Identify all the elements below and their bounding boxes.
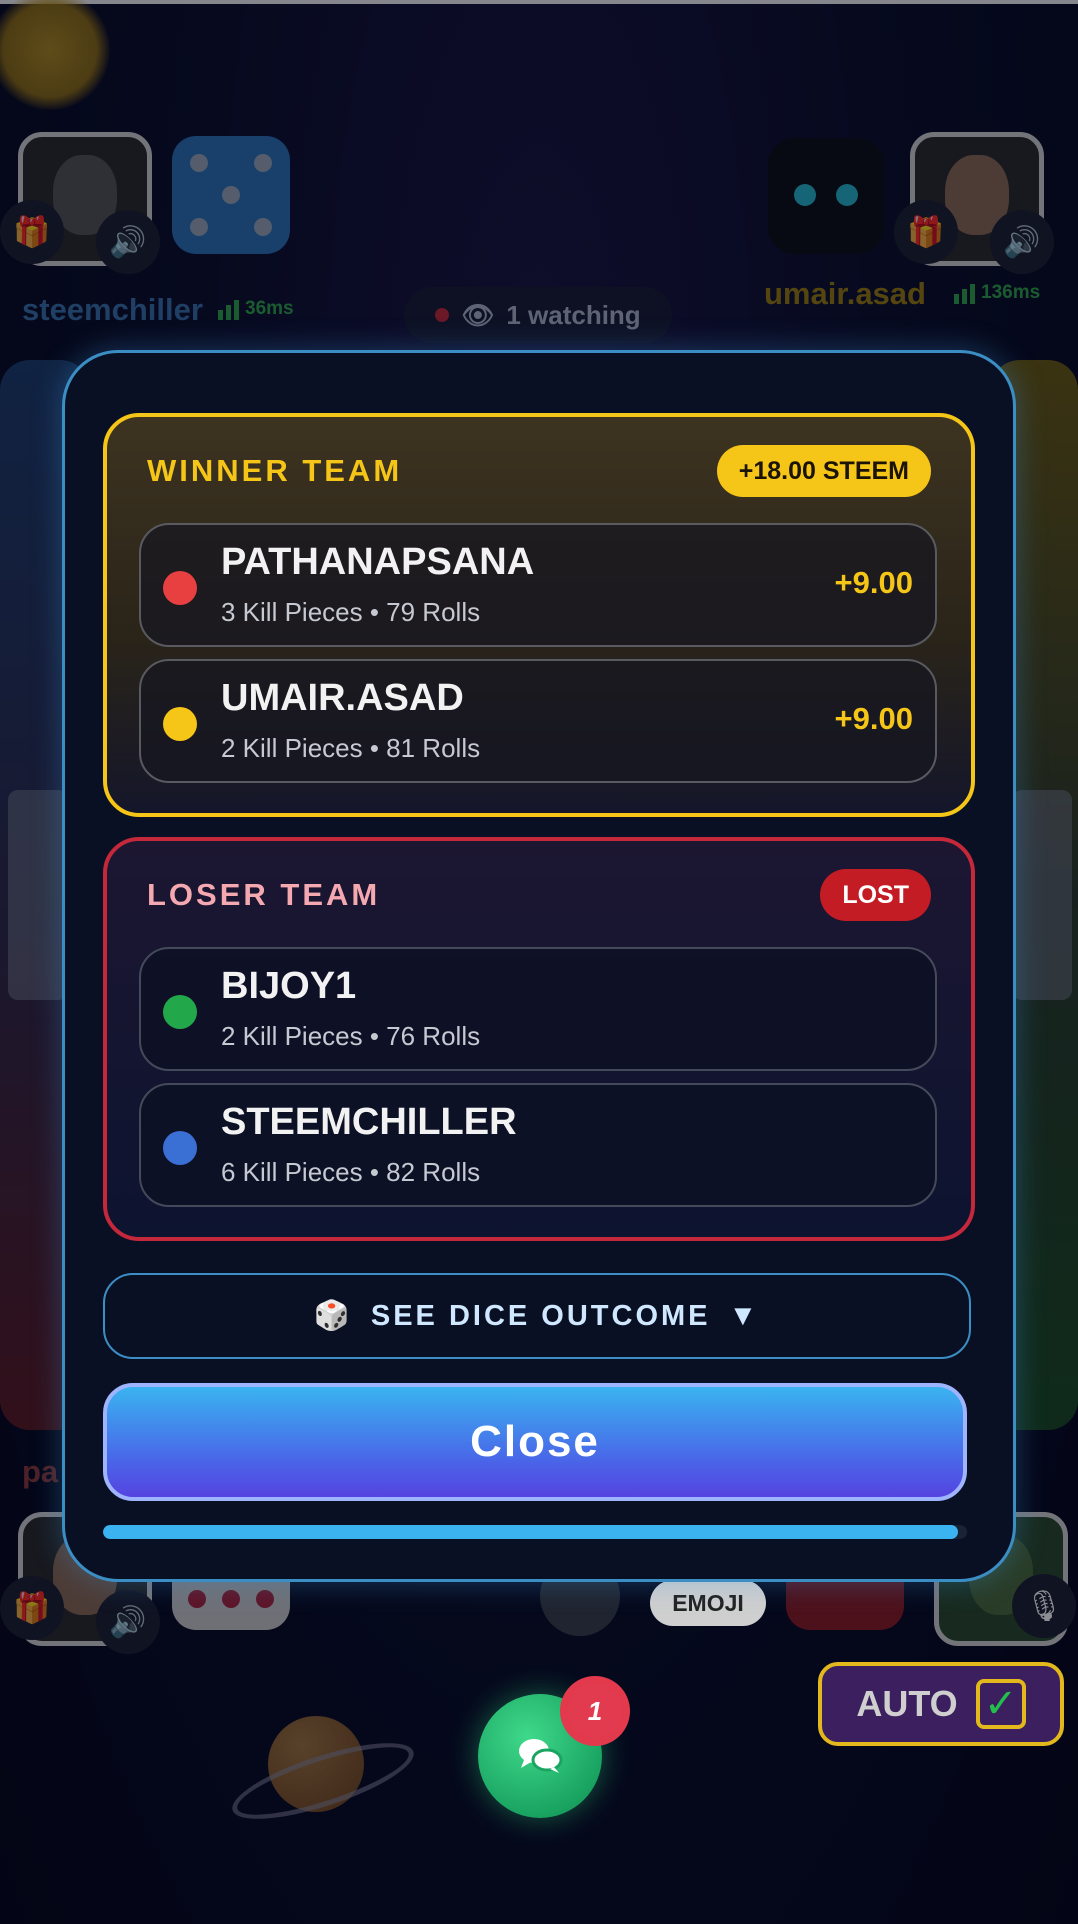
chat-notification-badge: 1 xyxy=(560,1676,630,1746)
see-dice-outcome-button[interactable]: 🎲 SEE DICE OUTCOME ▼ xyxy=(103,1273,971,1359)
auto-toggle[interactable]: AUTO ✓ xyxy=(818,1662,1064,1746)
player-color-dot xyxy=(163,571,197,605)
countdown-progress-bar xyxy=(103,1525,967,1539)
player-name: UMAIR.ASAD xyxy=(221,677,464,719)
player-name: PATHANAPSANA xyxy=(221,541,535,583)
progress-fill xyxy=(103,1525,959,1539)
checkmark-icon: ✓ xyxy=(975,1679,1026,1729)
lost-badge: LOST xyxy=(820,869,931,921)
close-button[interactable]: Close xyxy=(103,1383,967,1501)
winner-total-badge: +18.00 STEEM xyxy=(716,445,931,497)
loser-team-panel: LOSER TEAM LOST BIJOY1 2 Kill Pieces • 7… xyxy=(103,837,975,1241)
player-row: BIJOY1 2 Kill Pieces • 76 Rolls xyxy=(139,947,937,1071)
chevron-down-icon: ▼ xyxy=(728,1299,761,1332)
winner-team-panel: WINNER TEAM +18.00 STEEM PATHANAPSANA 3 … xyxy=(103,413,975,817)
player-row: STEEMCHILLER 6 Kill Pieces • 82 Rolls xyxy=(139,1083,937,1207)
player-stats: 3 Kill Pieces • 79 Rolls xyxy=(221,597,481,627)
player-color-dot xyxy=(163,1131,197,1165)
dice-icon: 🎲 xyxy=(313,1300,353,1332)
chat-icon xyxy=(519,1739,563,1773)
loser-team-title: LOSER TEAM xyxy=(147,877,381,912)
player-stats: 6 Kill Pieces • 82 Rolls xyxy=(221,1157,481,1187)
player-stats: 2 Kill Pieces • 81 Rolls xyxy=(221,733,481,763)
player-name: STEEMCHILLER xyxy=(221,1101,517,1143)
results-modal: WINNER TEAM +18.00 STEEM PATHANAPSANA 3 … xyxy=(62,350,1016,1582)
player-winnings: +9.00 xyxy=(834,701,913,736)
player-color-dot xyxy=(163,707,197,741)
winner-team-title: WINNER TEAM xyxy=(147,453,403,488)
player-winnings: +9.00 xyxy=(834,565,913,600)
player-row: UMAIR.ASAD 2 Kill Pieces • 81 Rolls +9.0… xyxy=(139,659,937,783)
player-name: BIJOY1 xyxy=(221,965,357,1007)
player-color-dot xyxy=(163,995,197,1029)
player-stats: 2 Kill Pieces • 76 Rolls xyxy=(221,1021,481,1051)
emoji-button[interactable]: EMOJI xyxy=(650,1580,766,1626)
player-row: PATHANAPSANA 3 Kill Pieces • 79 Rolls +9… xyxy=(139,523,937,647)
